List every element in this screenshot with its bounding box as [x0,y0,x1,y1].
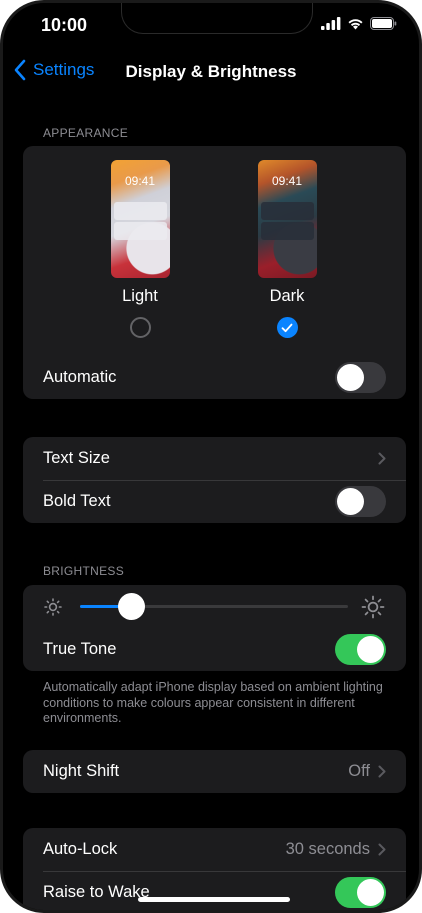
page-title: Display & Brightness [125,62,297,81]
brightness-slider-thumb[interactable] [117,593,145,620]
checkmark-icon [281,323,293,332]
automatic-label: Automatic [43,368,117,386]
light-preview-widget [113,222,167,240]
home-indicator[interactable] [138,897,290,902]
chevron-right-icon [378,452,386,465]
brightness-group: True Tone [23,585,406,671]
phone-screen: 10:00 Settings Display & Brightness APPE… [0,0,422,913]
dark-theme-preview: 09:41 [257,160,317,278]
raise-to-wake-row: Raise to Wake [23,871,406,910]
true-tone-row: True Tone [23,628,406,671]
automatic-toggle[interactable] [335,362,386,393]
automatic-row: Automatic [23,356,406,399]
appearance-picker: 09:41 Light 09:41 Dark [23,146,406,356]
auto-lock-row[interactable]: Auto-Lock 30 seconds [23,828,406,871]
light-theme-option[interactable]: 09:41 Light [105,160,175,338]
night-shift-row[interactable]: Night Shift Off [23,750,406,793]
chevron-right-icon [378,843,386,856]
bold-text-toggle[interactable] [335,486,386,517]
night-shift-label: Night Shift [43,762,120,780]
raise-to-wake-toggle[interactable] [335,877,386,908]
light-theme-preview: 09:41 [110,160,170,278]
brightness-track[interactable] [80,593,348,620]
brightness-slider-row [23,585,406,628]
light-preview-widget [113,202,167,220]
true-tone-label: True Tone [43,640,117,658]
night-shift-group: Night Shift Off [23,750,406,793]
dark-preview-widget [260,202,314,220]
bold-text-label: Bold Text [43,492,111,510]
dark-theme-label: Dark [269,287,305,305]
dark-preview-widget [260,222,314,240]
light-preview-time: 09:41 [124,174,156,188]
status-time: 10:00 [41,15,88,35]
true-tone-toggle[interactable] [335,634,386,665]
sun-large-icon [361,595,385,619]
brightness-header: BRIGHTNESS [43,564,125,578]
night-shift-value: Off [348,762,370,780]
appearance-group: 09:41 Light 09:41 Dark Automatic [23,146,406,399]
bold-text-row: Bold Text [23,480,406,523]
dark-preview-time: 09:41 [271,174,303,188]
true-tone-description: Automatically adapt iPhone display based… [43,680,383,725]
auto-lock-value: 30 seconds [285,840,370,858]
sun-small-icon [44,598,62,616]
text-size-label: Text Size [43,449,110,467]
wifi-icon [348,19,363,30]
chevron-right-icon [378,765,386,778]
dark-theme-radio[interactable] [276,317,298,338]
appearance-header: APPEARANCE [43,126,129,140]
notch [121,3,313,34]
light-theme-label: Light [122,287,158,305]
auto-lock-label: Auto-Lock [43,840,118,858]
light-theme-radio[interactable] [129,317,151,338]
navigation-bar: Settings Display & Brightness [3,59,419,85]
cellular-signal-icon [321,17,341,30]
battery-icon [370,17,397,30]
text-size-row[interactable]: Text Size [23,437,406,480]
dark-theme-option[interactable]: 09:41 Dark [252,160,322,338]
status-icons [321,17,397,30]
text-group: Text Size Bold Text [23,437,406,523]
